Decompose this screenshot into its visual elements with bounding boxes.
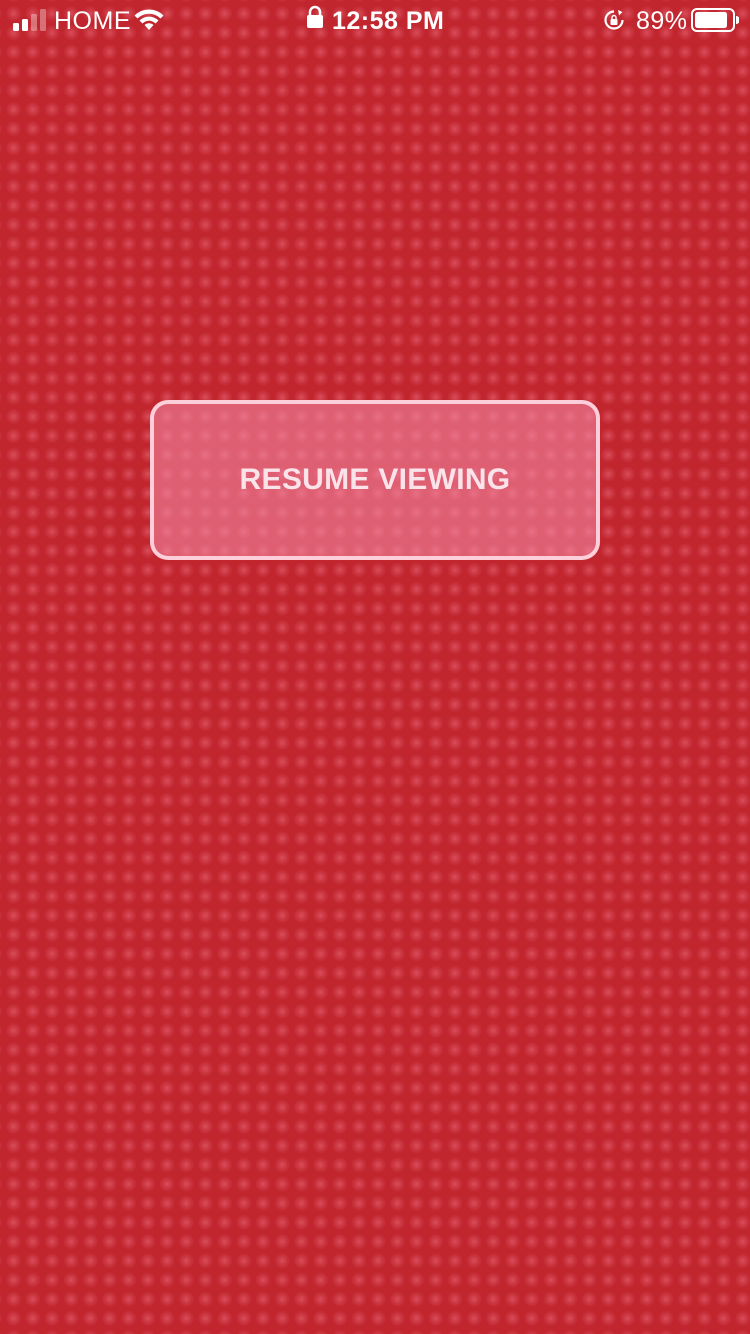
signal-icon	[13, 9, 46, 31]
status-bar: HOME 12:58 PM 89%	[0, 0, 750, 40]
resume-viewing-label: RESUME VIEWING	[239, 463, 511, 496]
lock-icon	[307, 5, 323, 28]
battery-percent: 89%	[636, 7, 688, 35]
resume-viewing-button[interactable]: RESUME VIEWING	[150, 400, 600, 560]
wifi-icon	[134, 9, 164, 30]
carrier-name: HOME	[54, 7, 131, 35]
rotation-lock-icon	[604, 10, 624, 30]
status-time: 12:58 PM	[332, 7, 445, 35]
battery-icon	[691, 8, 739, 32]
